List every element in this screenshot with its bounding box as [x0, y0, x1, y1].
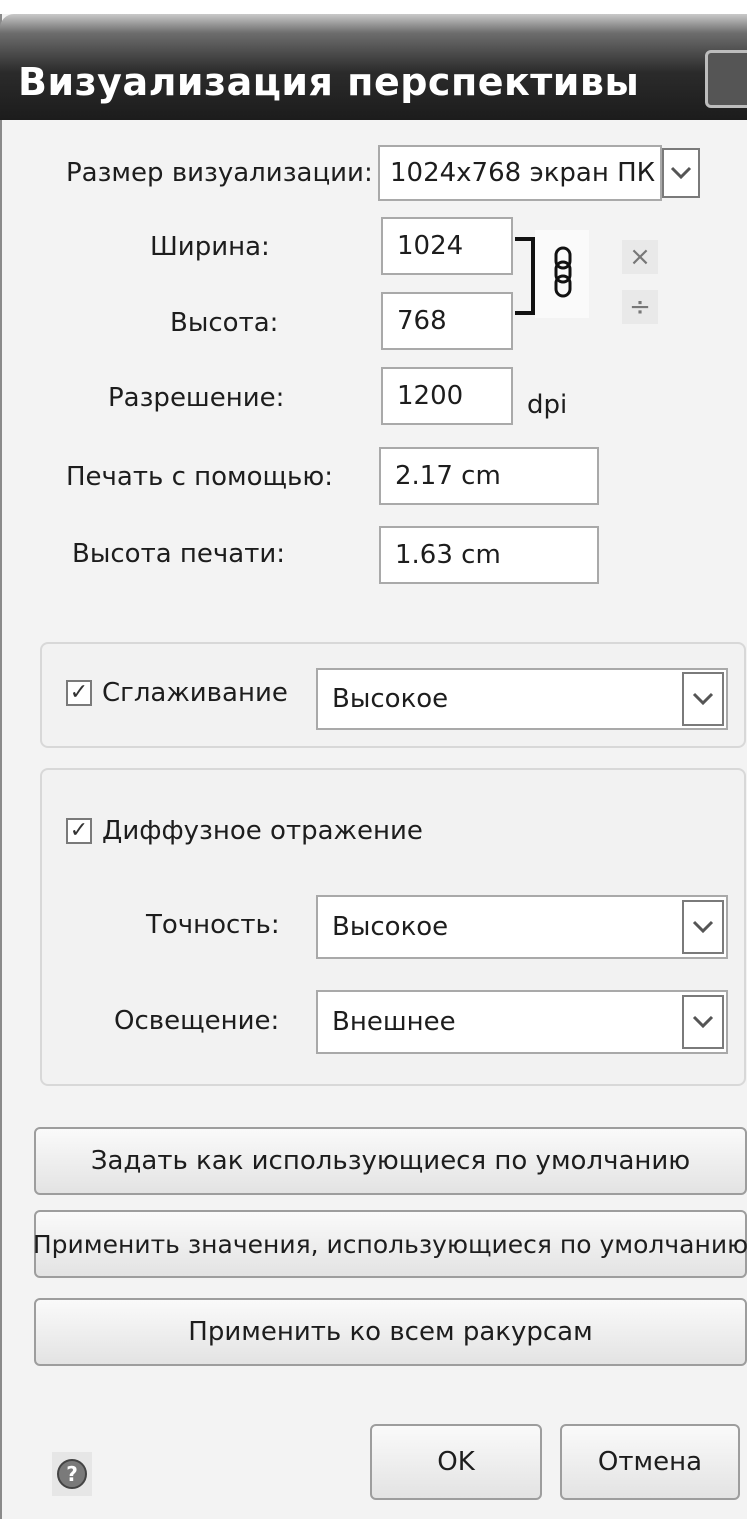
diffuse-checkbox[interactable]: ✓	[66, 818, 92, 844]
antialiasing-dropdown-arrow[interactable]	[682, 672, 724, 726]
accuracy-dropdown-arrow[interactable]	[682, 900, 724, 954]
title-bar-button[interactable]	[705, 50, 747, 108]
ok-button[interactable]: OK	[370, 1424, 542, 1500]
lighting-label: Освещение:	[114, 1006, 280, 1036]
chevron-down-icon	[692, 1015, 714, 1029]
chevron-down-icon	[692, 692, 714, 706]
aspect-lock-bracket	[515, 237, 535, 315]
antialiasing-checkbox[interactable]: ✓	[66, 680, 92, 706]
resolution-input[interactable]: 1200	[381, 367, 513, 425]
print-width-label: Печать с помощью:	[66, 462, 334, 492]
help-glyph: ?	[66, 1462, 78, 1486]
dialog-title: Визуализация перспективы	[18, 60, 640, 104]
title-bar: Визуализация перспективы	[0, 14, 747, 120]
accuracy-dropdown[interactable]: Высокое	[316, 895, 728, 959]
print-width-input[interactable]: 2.17 cm	[379, 447, 599, 505]
resolution-label: Разрешение:	[108, 383, 285, 413]
diffuse-label[interactable]: Диффузное отражение	[102, 816, 423, 846]
antialiasing-dropdown[interactable]: Высокое	[316, 668, 728, 730]
cancel-button[interactable]: Отмена	[560, 1424, 740, 1500]
print-height-input[interactable]: 1.63 cm	[379, 526, 599, 584]
set-default-button[interactable]: Задать как использующиеся по умолчанию	[34, 1127, 747, 1195]
antialiasing-label[interactable]: Сглаживание	[102, 678, 288, 708]
print-height-label: Высота печати:	[72, 539, 286, 569]
chain-link-icon[interactable]	[535, 230, 589, 318]
height-input[interactable]: 768	[381, 292, 513, 350]
help-icon: ?	[57, 1459, 87, 1489]
apply-all-views-button[interactable]: Применить ко всем ракурсам	[34, 1298, 747, 1366]
help-button[interactable]: ?	[52, 1452, 92, 1496]
multiply-icon[interactable]: ×	[622, 240, 658, 274]
divide-icon[interactable]: ÷	[622, 290, 658, 324]
render-size-dropdown[interactable]: 1024x768 экран ПК	[378, 145, 662, 201]
lighting-dropdown-arrow[interactable]	[682, 995, 724, 1049]
apply-default-button[interactable]: Применить значения, использующиеся по ум…	[33, 1210, 747, 1278]
checkmark-icon: ✓	[69, 818, 89, 843]
lighting-dropdown[interactable]: Внешнее	[316, 990, 728, 1054]
resolution-unit: dpi	[527, 390, 568, 420]
chevron-down-icon	[670, 166, 692, 180]
render-size-label: Размер визуализации:	[66, 158, 373, 188]
width-input[interactable]: 1024	[381, 217, 513, 275]
chevron-down-icon	[692, 920, 714, 934]
width-label: Ширина:	[150, 232, 270, 262]
height-label: Высота:	[170, 308, 279, 338]
accuracy-label: Точность:	[146, 910, 280, 940]
checkmark-icon: ✓	[69, 680, 89, 705]
render-size-dropdown-arrow[interactable]	[662, 148, 700, 198]
